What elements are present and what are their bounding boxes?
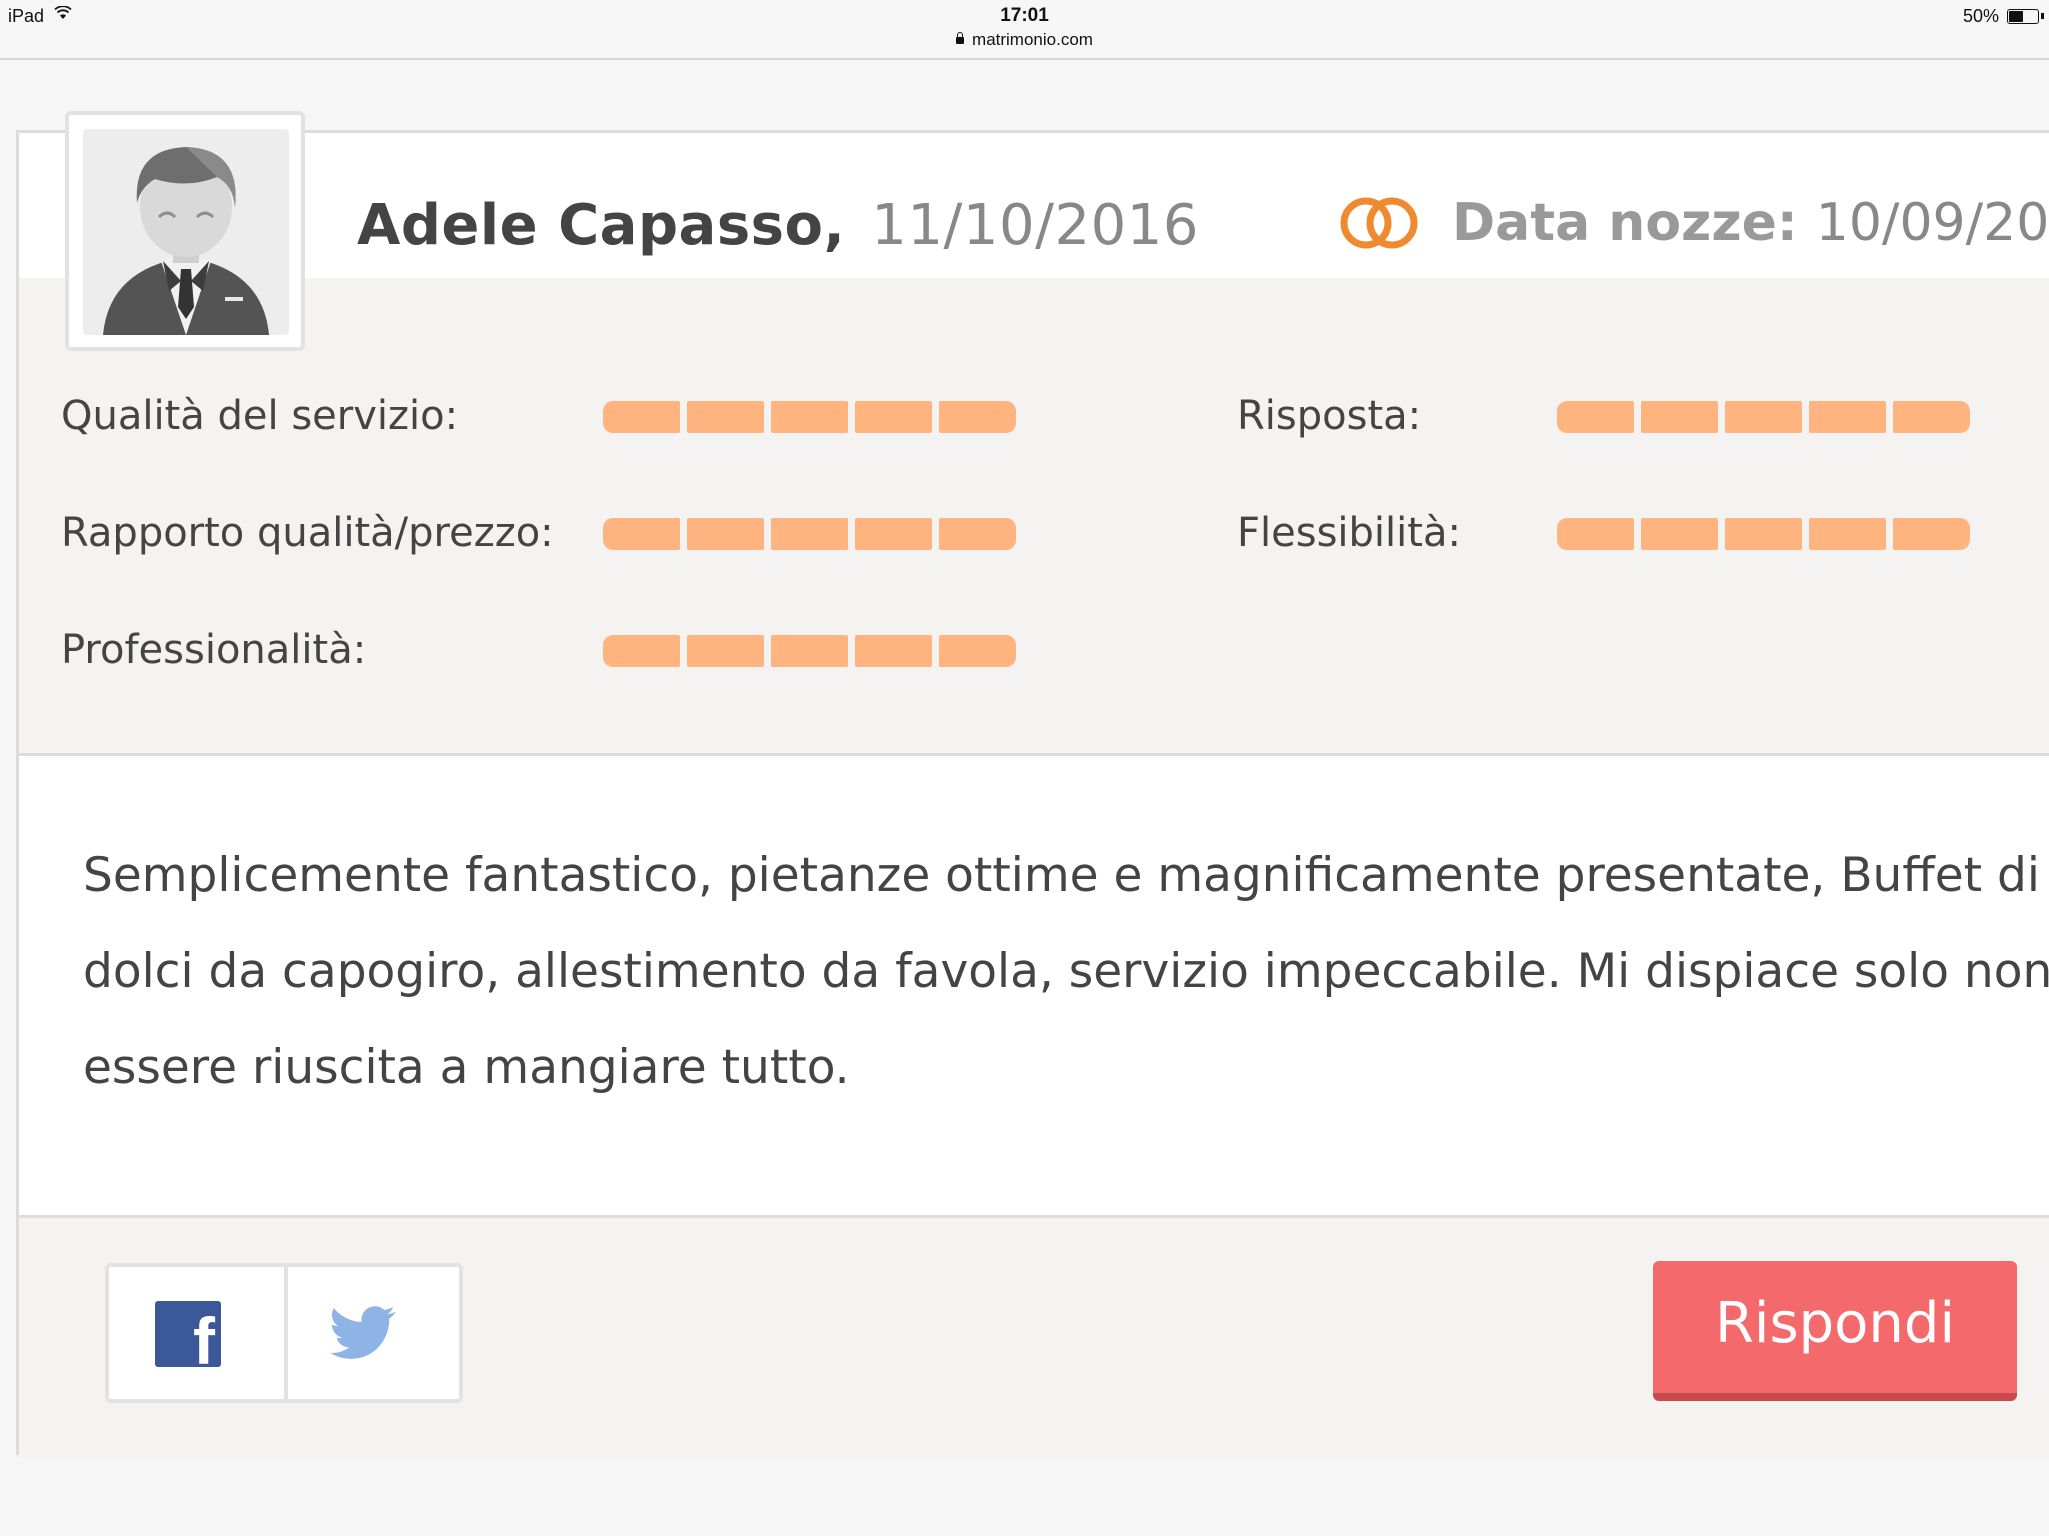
- facebook-share-button[interactable]: f: [109, 1267, 284, 1399]
- review-author: Adele Capasso, 11/10/2016: [357, 193, 1199, 258]
- wedding-date: Data nozze: 10/09/2016: [1452, 193, 2049, 253]
- rating-segment: [939, 635, 1016, 667]
- wedding-rings-icon: [1340, 197, 1418, 249]
- battery-percentage: 50%: [1962, 6, 1999, 26]
- wedding-date-value: 10/09/2016: [1815, 193, 2049, 253]
- rating-segment: [771, 401, 848, 433]
- rating-label-response: Risposta:: [1237, 393, 1422, 439]
- rating-bar-professionalism: [603, 635, 1023, 667]
- rating-segment: [603, 518, 680, 550]
- rating-segment: [939, 401, 1016, 433]
- rating-segment: [855, 401, 932, 433]
- rating-segment: [855, 635, 932, 667]
- twitter-share-button[interactable]: [288, 1267, 459, 1399]
- twitter-icon: [330, 1306, 396, 1359]
- ratings-panel: Qualità del servizio: Rapporto qualità/p…: [19, 278, 2049, 756]
- address-bar[interactable]: matrimonio.com: [0, 30, 2049, 50]
- rating-segment: [1641, 518, 1718, 550]
- battery-icon: [2007, 9, 2039, 24]
- rating-segment: [771, 635, 848, 667]
- rating-segment: [687, 518, 764, 550]
- clock: 17:01: [1000, 5, 1049, 26]
- reply-button[interactable]: Rispondi: [1653, 1261, 2017, 1401]
- avatar-frame: [65, 111, 305, 351]
- review-card: Adele Capasso, 11/10/2016 Data nozze: 10…: [16, 111, 2049, 1458]
- review-text: Semplicemente fantastico, pietanze ottim…: [83, 848, 2049, 1095]
- rating-segment: [771, 518, 848, 550]
- status-bar: iPad 17:01 matrimonio.com 50%: [0, 0, 2049, 60]
- rating-bar-service-quality: [603, 401, 1023, 433]
- rating-segment: [687, 635, 764, 667]
- rating-label-service-quality: Qualità del servizio:: [61, 393, 459, 439]
- rating-bar-flexibility: [1557, 518, 1977, 550]
- rating-segment: [1557, 401, 1634, 433]
- rating-label-value-for-money: Rapporto qualità/prezzo:: [61, 510, 554, 556]
- rating-segment: [1557, 518, 1634, 550]
- rating-label-flexibility: Flessibilità:: [1237, 510, 1461, 556]
- rating-segment: [1725, 401, 1802, 433]
- review-header: Adele Capasso, 11/10/2016 Data nozze: 10…: [19, 133, 2049, 278]
- rating-segment: [603, 635, 680, 667]
- rating-segment: [687, 401, 764, 433]
- review-footer: f Rispondi: [19, 1215, 2049, 1458]
- rating-segment: [1641, 401, 1718, 433]
- rating-segment: [603, 401, 680, 433]
- facebook-icon: f: [155, 1301, 221, 1367]
- rating-segment: [1725, 518, 1802, 550]
- rating-bar-value-for-money: [603, 518, 1023, 550]
- rating-segment: [1809, 401, 1886, 433]
- rating-segment: [1809, 518, 1886, 550]
- review-date: 11/10/2016: [871, 193, 1200, 258]
- rating-segment: [939, 518, 1016, 550]
- battery-fill: [2009, 11, 2023, 22]
- battery-nub: [2041, 13, 2044, 19]
- share-buttons: f: [105, 1263, 463, 1403]
- lock-icon: [956, 32, 965, 44]
- rating-segment: [855, 518, 932, 550]
- author-name: Adele Capasso,: [357, 193, 846, 258]
- rating-segment: [1893, 401, 1970, 433]
- user-avatar: [83, 129, 289, 335]
- wedding-date-label: Data nozze:: [1452, 193, 1798, 253]
- rating-label-professionalism: Professionalità:: [61, 627, 367, 673]
- url-text: matrimonio.com: [972, 30, 1093, 49]
- rating-bar-response: [1557, 401, 1977, 433]
- user-avatar-icon: [83, 129, 289, 335]
- rating-segment: [1893, 518, 1970, 550]
